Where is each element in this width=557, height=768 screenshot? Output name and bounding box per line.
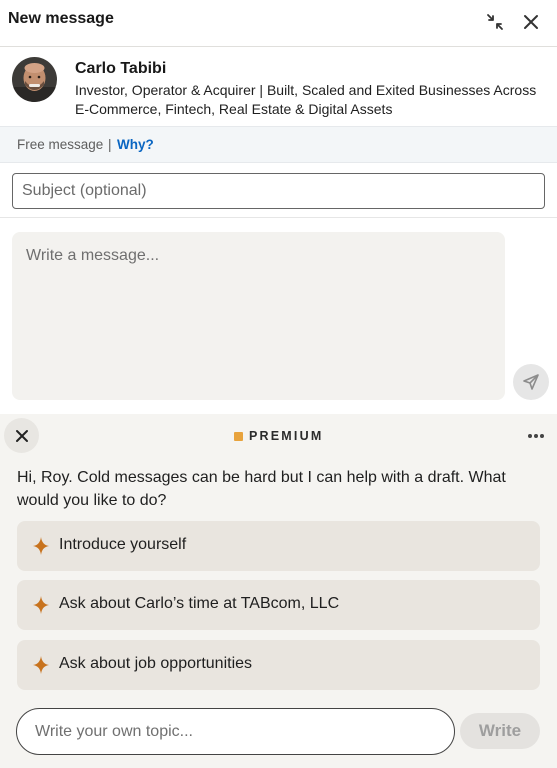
write-button[interactable]: Write xyxy=(460,713,540,749)
avatar[interactable] xyxy=(12,57,57,102)
sparkle-icon xyxy=(33,537,49,555)
free-message-bar: Free message | Why? xyxy=(0,126,557,163)
message-header: New message xyxy=(0,0,557,47)
assistant-intro: Hi, Roy. Cold messages can be hard but I… xyxy=(17,469,506,509)
close-icon[interactable] xyxy=(517,8,545,36)
free-message-separator: | xyxy=(108,137,112,152)
premium-badge: PREMIUM xyxy=(234,429,323,443)
recipient-name[interactable]: Carlo Tabibi xyxy=(75,60,166,78)
subject-section xyxy=(0,163,557,218)
collapse-arrows-icon[interactable] xyxy=(481,8,509,36)
header-title: New message xyxy=(8,10,114,27)
suggestion-ask-about-time[interactable]: Ask about Carlo’s time at TABcom, LLC xyxy=(17,580,540,630)
close-icon[interactable] xyxy=(4,418,39,453)
premium-assistant-panel: PREMIUM Hi, Roy. Cold messages can be ha… xyxy=(0,414,557,768)
premium-logo-icon xyxy=(234,431,243,441)
recipient-card: Carlo Tabibi Investor, Operator & Acquir… xyxy=(0,47,557,126)
recipient-headline: Investor, Operator & Acquirer | Built, S… xyxy=(75,82,537,117)
suggestion-ask-about-jobs[interactable]: Ask about job opportunities xyxy=(17,640,540,690)
suggestion-label: Ask about job opportunities xyxy=(59,655,253,672)
subject-input[interactable] xyxy=(12,173,545,209)
paper-plane-icon[interactable] xyxy=(513,364,549,400)
message-textarea[interactable] xyxy=(12,232,505,400)
sparkle-icon xyxy=(33,656,49,674)
suggestion-label: Introduce yourself xyxy=(59,536,187,553)
premium-label: PREMIUM xyxy=(249,429,324,443)
sparkle-icon xyxy=(33,596,49,614)
topic-input[interactable] xyxy=(16,708,455,755)
free-message-label: Free message xyxy=(17,137,104,152)
more-options-icon[interactable] xyxy=(522,424,550,448)
message-section xyxy=(0,218,557,414)
why-link[interactable]: Why? xyxy=(117,137,154,152)
suggestion-introduce-yourself[interactable]: Introduce yourself xyxy=(17,521,540,571)
suggestion-label: Ask about Carlo’s time at TABcom, LLC xyxy=(59,595,340,612)
